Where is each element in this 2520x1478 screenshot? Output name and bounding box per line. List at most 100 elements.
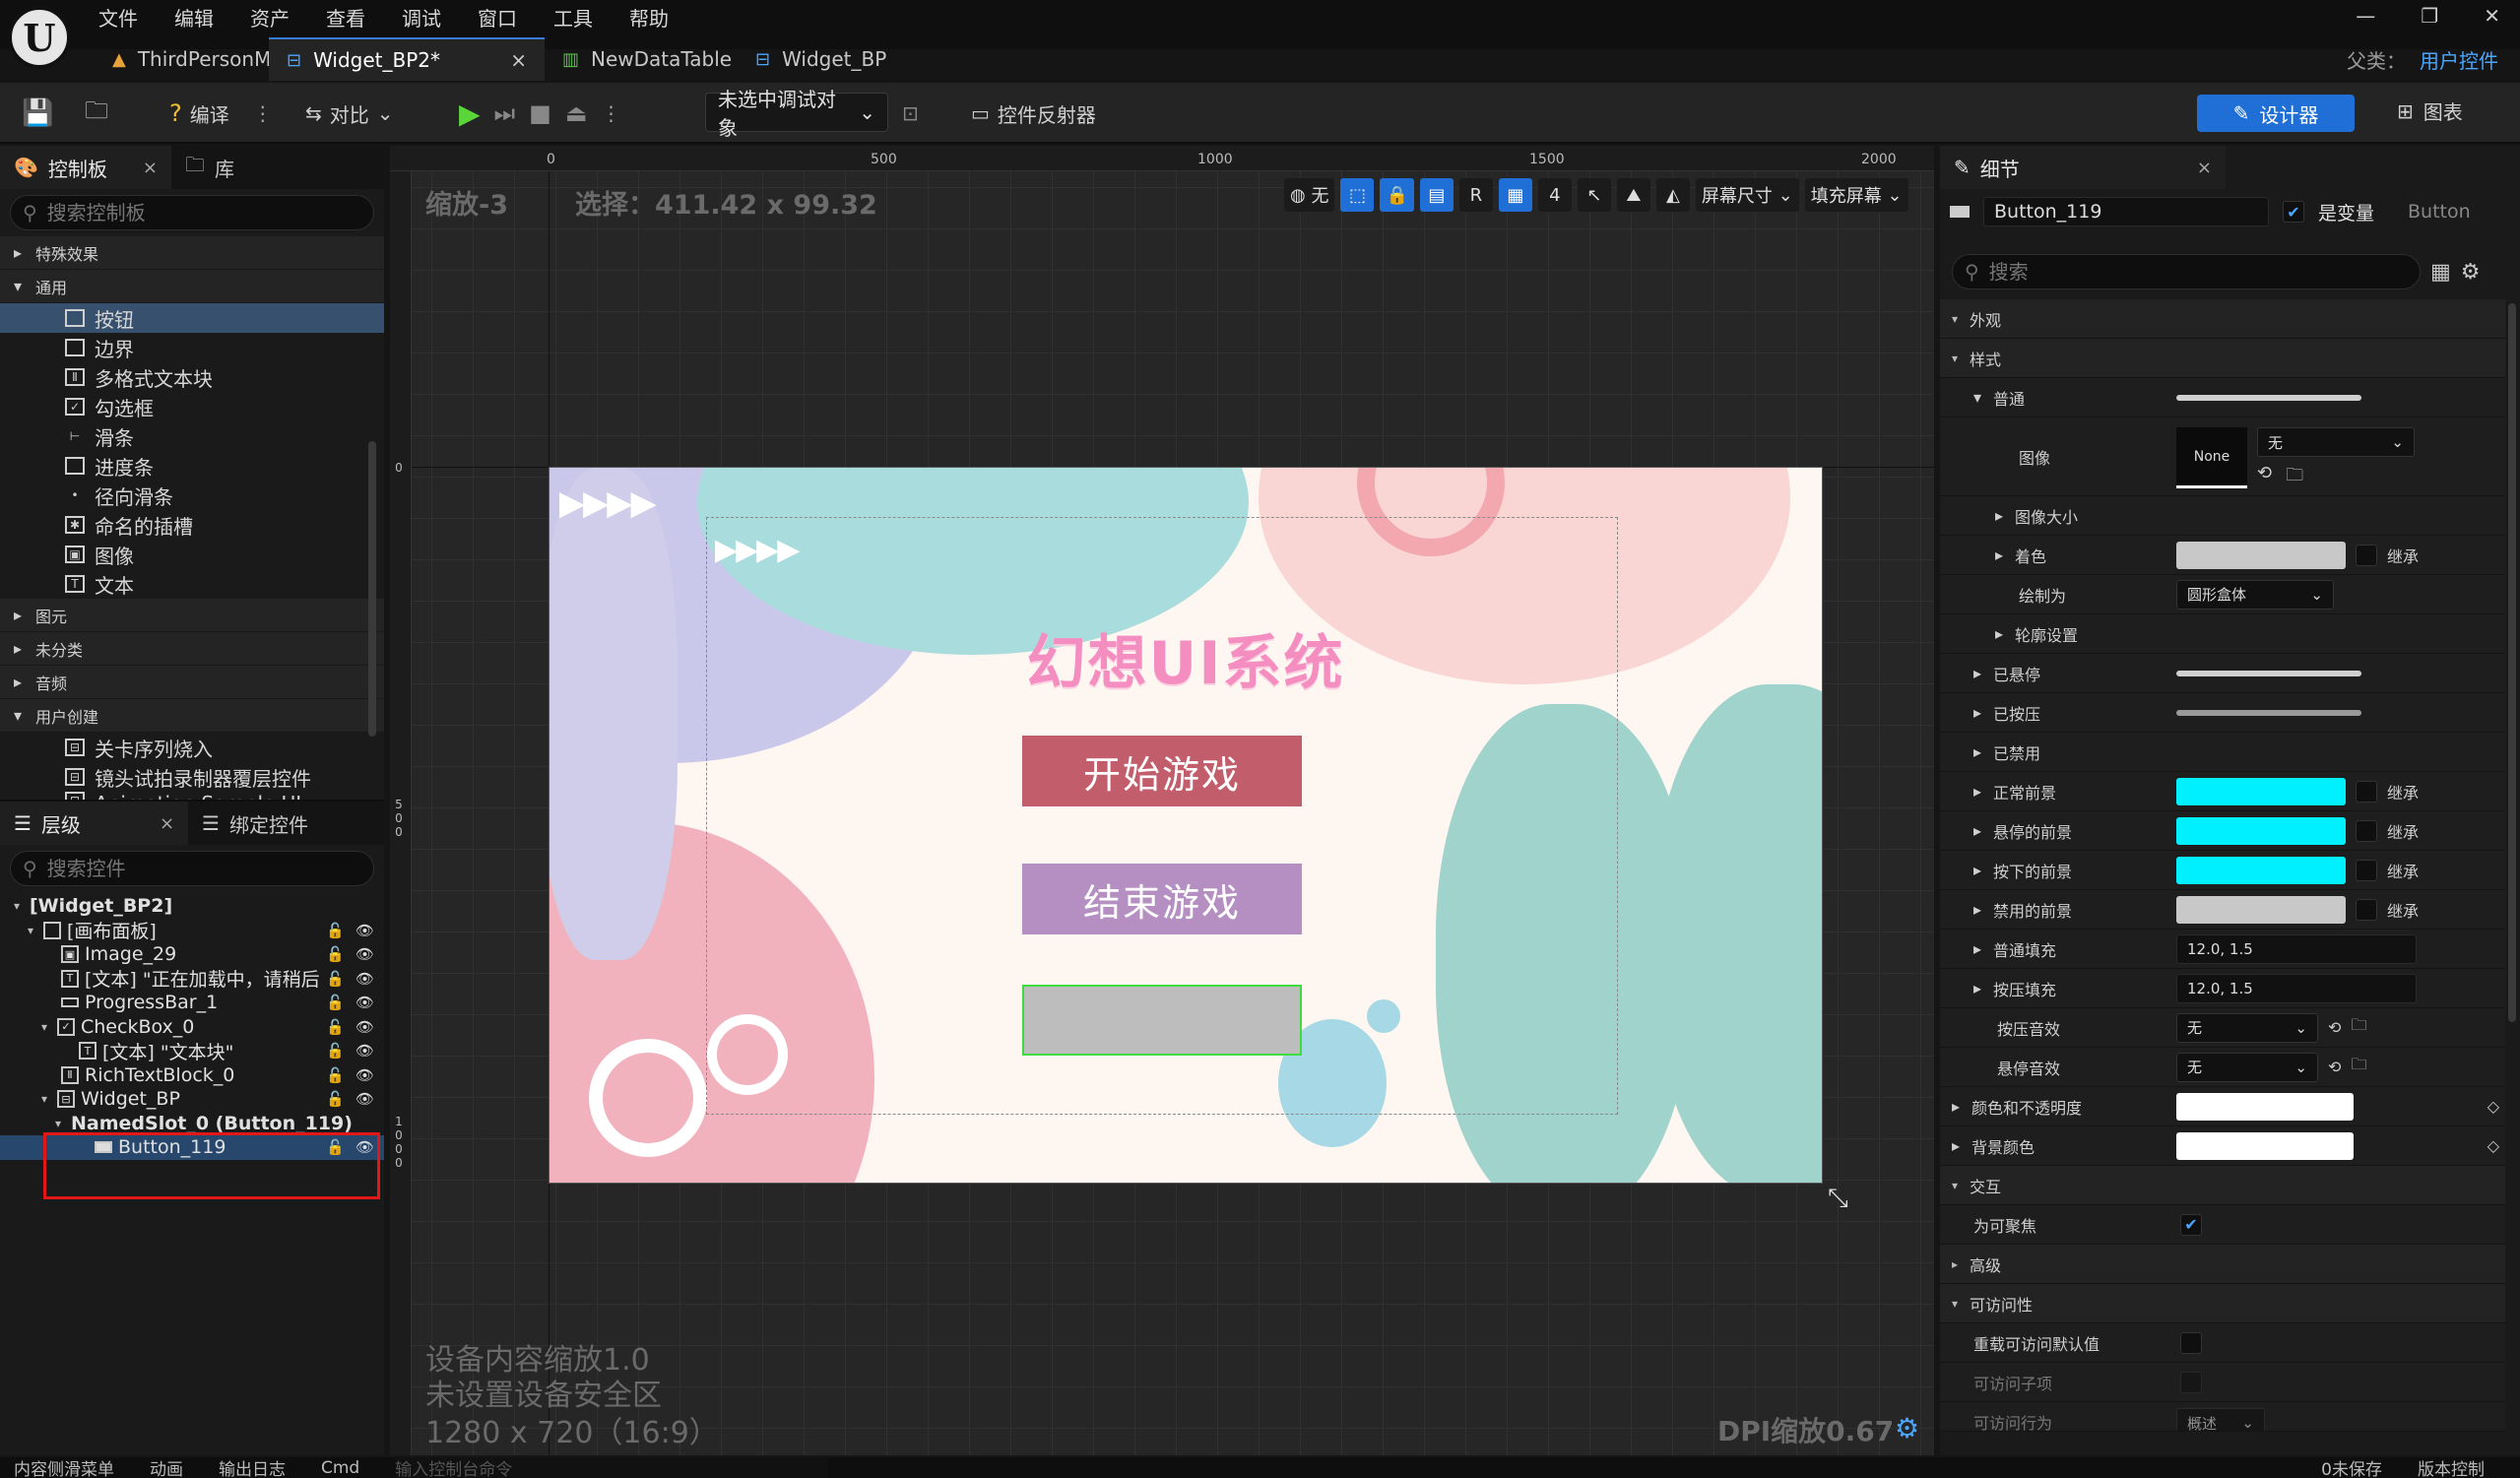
pressed-brush-bar[interactable] (2176, 709, 2361, 716)
prop-normal-foreground[interactable]: ▸ 正常前景 继承 (1940, 772, 2505, 811)
more-options-icon[interactable]: ⋮ (602, 101, 621, 125)
hover-fg-color-swatch[interactable] (2176, 816, 2346, 845)
color-opacity-swatch[interactable] (2176, 1092, 2354, 1121)
palette-search[interactable]: ⚲ (10, 195, 374, 230)
prop-press-padding[interactable]: ▸ 按压填充 12.0, 1.5 (1940, 969, 2505, 1008)
unreal-logo[interactable]: U (8, 6, 71, 69)
dashed-select-button[interactable]: ⬚ (1340, 178, 1375, 212)
prop-hovered[interactable]: ▸ 已悬停 (1940, 654, 2505, 693)
close-tab-icon[interactable]: × (2197, 158, 2212, 178)
palette-item-checkbox[interactable]: ✓ 勾选框 (0, 392, 384, 421)
tree-row-progressbar-1[interactable]: ProgressBar_1 🔓 👁 (0, 991, 384, 1015)
console-input[interactable]: 输入控制台命令 (395, 1457, 829, 1478)
dpi-settings-icon[interactable]: ⚙ (1895, 1412, 1919, 1445)
grid-snap-button[interactable]: ▦ (1498, 178, 1532, 212)
prop-press-foreground[interactable]: ▸ 按下的前景 继承 (1940, 851, 2505, 890)
inherit-checkbox[interactable] (2356, 819, 2377, 842)
inherit-checkbox[interactable] (2356, 544, 2377, 566)
prop-image-size[interactable]: ▸ 图像大小 (1940, 496, 2505, 536)
tree-row-richtextblock-0[interactable]: Ⅱ RichTextBlock_0 🔓 👁 (0, 1063, 384, 1088)
eye-icon[interactable]: 👁 (355, 1042, 374, 1060)
tab-thirdpersonmap[interactable]: ▲ ThirdPersonMap (95, 37, 295, 81)
inherit-checkbox[interactable] (2356, 898, 2377, 921)
section-appearance[interactable]: ▾ 外观 (1940, 299, 2505, 339)
prop-tint[interactable]: ▸ 着色 继承 (1940, 536, 2505, 575)
palette-search-input[interactable] (46, 201, 361, 225)
source-control-button[interactable]: 版本控制 (2418, 1457, 2485, 1478)
globe-button[interactable]: ◍ 无 (1284, 178, 1335, 212)
lock-icon[interactable]: 🔓 (326, 994, 345, 1011)
end-game-button[interactable]: 结束游戏 (1022, 864, 1302, 934)
lock-icon[interactable]: 🔓 (326, 1018, 345, 1036)
layout-button[interactable]: ▤ (1419, 178, 1454, 212)
designer-button[interactable]: ✎ 设计器 (2197, 95, 2355, 132)
hierarchy-search[interactable]: ⚲ (10, 851, 374, 886)
menu-window[interactable]: 窗口 (478, 3, 517, 32)
close-window-button[interactable]: ✕ (2484, 4, 2500, 28)
eject-icon[interactable]: ⏏ (565, 99, 588, 127)
prop-pressed[interactable]: ▸ 已按压 (1940, 693, 2505, 733)
tree-row-widget-bp2[interactable]: ▾ [Widget_BP2] (0, 894, 384, 919)
graph-button[interactable]: ⊞ 图表 (2397, 96, 2463, 125)
lock-icon[interactable]: 🔓 (326, 1090, 345, 1108)
tab-widget-bp[interactable]: ⊟ Widget_BP (738, 37, 915, 81)
prop-draw-as[interactable]: 绘制为 圆形盒体 ⌄ (1940, 575, 2505, 614)
palette-item-slider[interactable]: ⊢ 滑条 (0, 421, 384, 451)
prop-hover-sound[interactable]: 悬停音效无 ⌄ ⟲ 🗀 (1940, 1048, 2505, 1087)
browse-asset-icon[interactable]: 🗀 (2351, 1014, 2366, 1041)
press-sound-dropdown[interactable]: 无 ⌄ (2176, 1012, 2318, 1043)
tree-row-loading-text[interactable]: T [文本] "正在加载中，请稍后" 🔓 👁 (0, 967, 384, 991)
diff-button[interactable]: ⇆ 对比 ⌄ (305, 96, 394, 130)
output-log-button[interactable]: 输出日志 (219, 1457, 286, 1478)
debug-target-dropdown[interactable]: 未选中调试对象 ⌄ (705, 88, 888, 140)
landscape-button[interactable]: ⛰ (1616, 178, 1650, 212)
prop-hover-foreground[interactable]: ▸ 悬停的前景 继承 (1940, 811, 2505, 851)
tab-library[interactable]: 🗀 库 (171, 146, 248, 189)
menu-help[interactable]: 帮助 (629, 3, 669, 32)
button-119[interactable] (1022, 985, 1302, 1056)
prop-focusable[interactable]: 为可聚焦 ✔ (1940, 1205, 2505, 1245)
screen-size-dropdown[interactable]: 屏幕尺寸 ⌄ (1695, 178, 1799, 212)
category-audio[interactable]: ▸ 音频 (0, 666, 384, 699)
browse-asset-icon[interactable]: 🗀 (2286, 463, 2303, 492)
play-icon[interactable]: ▶ (459, 97, 481, 130)
normal-fg-color-swatch[interactable] (2176, 777, 2346, 805)
category-user-created[interactable]: ▾ 用户创建 (0, 699, 384, 733)
details-scrollbar[interactable] (2508, 303, 2516, 1022)
resize-handle-icon[interactable]: ⤡ (1828, 1184, 1848, 1214)
inherit-checkbox[interactable] (2356, 859, 2377, 881)
eye-icon[interactable]: 👁 (355, 1090, 374, 1108)
compile-button[interactable]: ? 编译 ⋮ (169, 96, 273, 130)
details-search-input[interactable] (1988, 260, 2408, 284)
section-accessibility[interactable]: ▾ 可访问性 (1940, 1284, 2505, 1323)
lock-icon[interactable]: 🔓 (326, 1066, 345, 1084)
palette-item-animation-sample[interactable]: ⊟Animation Sample UI (0, 792, 384, 800)
image-asset-dropdown[interactable]: 无 ⌄ (2257, 427, 2415, 457)
eye-icon[interactable]: 👁 (355, 994, 374, 1011)
section-interaction[interactable]: ▾ 交互 (1940, 1166, 2505, 1205)
close-tab-icon[interactable]: × (160, 813, 174, 834)
bg-color-swatch[interactable] (2176, 1131, 2354, 1160)
start-game-button[interactable]: 开始游戏 (1022, 736, 1302, 806)
override-accessible-checkbox[interactable] (2180, 1331, 2202, 1354)
debug-filter-button[interactable]: ⊡ (902, 96, 919, 130)
section-style[interactable]: ▾ 样式 (1940, 339, 2505, 378)
eye-icon[interactable]: 👁 (355, 1066, 374, 1084)
prop-normal-padding[interactable]: ▸ 普通填充 12.0, 1.5 (1940, 930, 2505, 969)
category-special-effects[interactable]: ▸ 特殊效果 (0, 236, 384, 270)
press-padding-field[interactable]: 12.0, 1.5 (2176, 973, 2417, 1003)
tree-row-canvas-panel[interactable]: ▾ [画布面板] 🔓 👁 (0, 919, 384, 942)
menu-file[interactable]: 文件 (98, 3, 138, 32)
tab-details[interactable]: ✎ 细节 × (1940, 146, 2226, 189)
tree-row-image-29[interactable]: ▣ Image_29 🔓 👁 (0, 942, 384, 967)
normal-brush-bar[interactable] (2176, 394, 2361, 401)
press-fg-color-swatch[interactable] (2176, 856, 2346, 884)
palette-item-image[interactable]: ▣ 图像 (0, 540, 384, 569)
browse-button[interactable]: 🗀 (85, 96, 108, 130)
tab-palette[interactable]: 🎨 控制板 × (0, 146, 171, 189)
mirror-button[interactable]: ◭ (1655, 178, 1690, 212)
reset-arrow-icon[interactable]: ⟲ (2328, 1058, 2341, 1076)
palette-item-take-recorder[interactable]: ⊟ 镜头试拍录制器覆层控件 (0, 762, 384, 792)
prop-outline[interactable]: ▸ 轮廓设置 (1940, 614, 2505, 654)
fill-screen-dropdown[interactable]: 填充屏幕 ⌄ (1804, 178, 1908, 212)
